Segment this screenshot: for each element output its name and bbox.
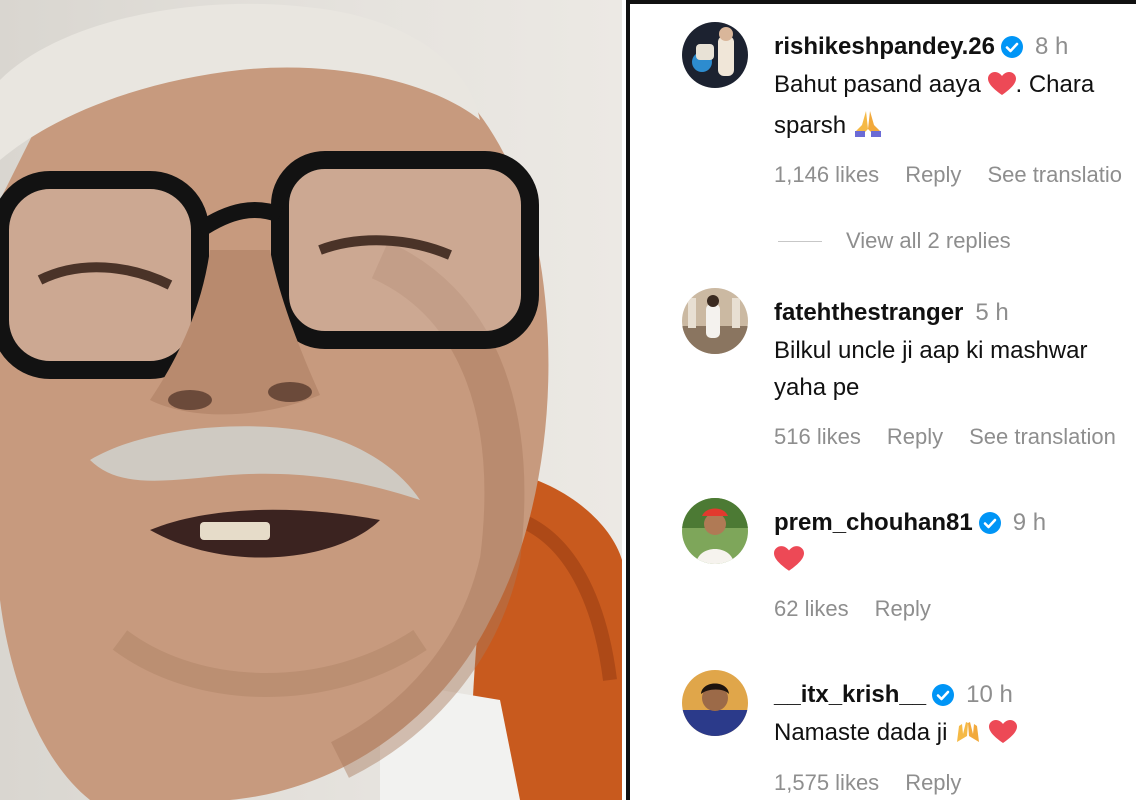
likes-count[interactable]: 1,575 likes: [774, 770, 879, 796]
likes-count[interactable]: 62 likes: [774, 596, 849, 622]
timestamp: 9 h: [1012, 509, 1047, 536]
heart-emoji-icon: [774, 546, 804, 583]
timestamp: 10 h: [966, 681, 1013, 708]
folded-hands-emoji-icon: [853, 109, 883, 148]
verified-badge-icon: [1001, 36, 1023, 58]
view-replies-label: View all 2 replies: [846, 228, 1011, 253]
likes-count[interactable]: 516 likes: [774, 424, 861, 450]
reply-button[interactable]: Reply: [905, 162, 961, 188]
username[interactable]: __itx_krish__: [774, 680, 926, 710]
video-frame: [0, 0, 622, 800]
comment-text-line: Bilkul uncle ji aap ki mashwar: [774, 337, 1088, 364]
reply-button[interactable]: Reply: [875, 596, 931, 622]
comment-text: Namaste dada ji: [774, 714, 1136, 755]
comment-header: prem_chouhan81 9 h: [774, 508, 1046, 538]
comment-actions: 1,146 likes Reply See translatio: [774, 162, 1136, 188]
heart-emoji-icon: [987, 70, 1016, 107]
comment-text: [774, 542, 1136, 583]
see-translation-link[interactable]: See translation: [969, 424, 1116, 450]
comment-text-part: . Chara: [1015, 71, 1095, 98]
reply-button[interactable]: Reply: [905, 770, 961, 796]
see-translation-link[interactable]: See translatio: [987, 162, 1122, 188]
avatar[interactable]: [682, 22, 748, 88]
avatar[interactable]: [682, 498, 748, 564]
username[interactable]: fatehthestranger: [774, 298, 963, 328]
reply-button[interactable]: Reply: [887, 424, 943, 450]
comment-text-part: Namaste dada ji: [774, 719, 948, 746]
comment-text: Bilkul uncle ji aap ki mashwar yaha pe: [774, 332, 1136, 406]
person-photo-icon: [0, 3, 622, 800]
avatar[interactable]: [682, 288, 748, 354]
timestamp: 5 h: [975, 299, 1009, 326]
raising-hands-emoji-icon: [954, 718, 982, 755]
timestamp: 8 h: [1035, 33, 1069, 60]
verified-badge-icon: [978, 512, 1001, 534]
comment-header: rishikeshpandey.26 8 h: [774, 32, 1068, 62]
comment-actions: 62 likes Reply: [774, 596, 957, 622]
username[interactable]: rishikeshpandey.26: [774, 32, 995, 62]
comment-header: fatehthestranger 5 h: [774, 298, 1009, 328]
replies-rule: [778, 240, 822, 242]
comment-actions: 516 likes Reply See translation: [774, 424, 1136, 450]
comment-actions: 1,575 likes Reply: [774, 770, 987, 796]
comment-text-part: Bahut pasand aaya: [774, 71, 981, 98]
username[interactable]: prem_chouhan81: [774, 508, 973, 538]
avatar[interactable]: [682, 670, 748, 736]
comment-text-part: sparsh: [774, 112, 847, 139]
comment-header: __itx_krish__ 10 h: [774, 680, 1013, 710]
comment-text: Bahut pasand aaya . Chara sparsh: [774, 66, 1136, 148]
comment-text-line: yaha pe: [774, 374, 860, 401]
likes-count[interactable]: 1,146 likes: [774, 162, 879, 188]
verified-badge-icon: [932, 684, 955, 706]
comments-panel: rishikeshpandey.26 8 h Bahut pasand aaya…: [626, 0, 1136, 800]
heart-emoji-icon: [988, 718, 1017, 755]
view-replies-button[interactable]: View all 2 replies: [778, 228, 1011, 254]
